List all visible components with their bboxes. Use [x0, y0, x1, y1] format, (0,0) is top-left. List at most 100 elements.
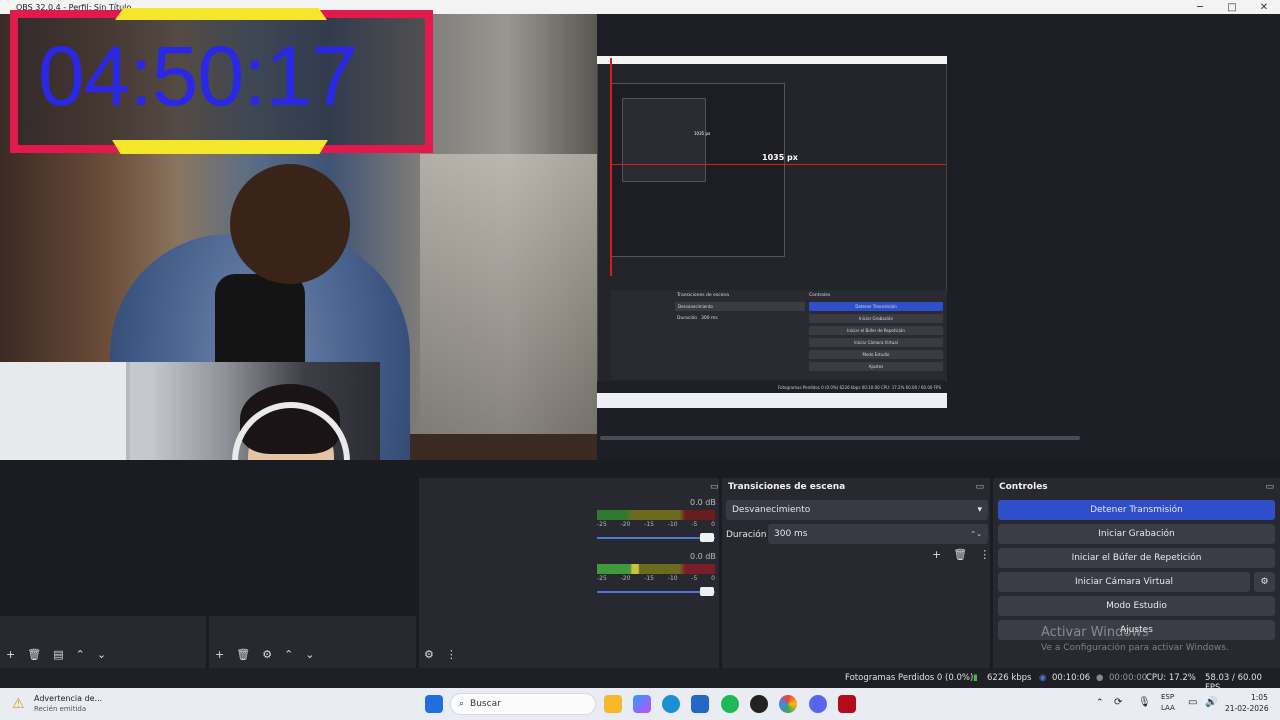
captured-docks: Transiciones de escena Desvanecimiento D…	[611, 290, 947, 380]
scenes-toolbar: + 🗑 ▤ ⌃ ⌄	[6, 648, 106, 661]
more-icon[interactable]: ⋮	[446, 648, 457, 661]
stream-time: 00:10:06	[1052, 673, 1091, 683]
search-placeholder: Buscar	[470, 699, 501, 709]
edge-icon[interactable]	[662, 695, 680, 713]
minimize-button[interactable]: ─	[1184, 0, 1216, 14]
obs-icon[interactable]	[750, 695, 768, 713]
measure-line-vertical	[610, 58, 612, 276]
tray-chevron-up-icon[interactable]: ⌃	[1096, 698, 1104, 708]
activation-watermark-title: Activar Windows	[1041, 625, 1149, 640]
microphone-icon[interactable]: 🎙	[1138, 697, 1151, 708]
volume-icon[interactable]: 🔊	[1205, 697, 1217, 708]
trash-icon[interactable]: 🗑	[236, 648, 250, 661]
filter-icon[interactable]: ▤	[53, 648, 63, 661]
captured-transition-select: Desvanecimiento	[675, 302, 805, 311]
start-virtual-camera-button[interactable]: Iniciar Cámara Virtual	[998, 572, 1250, 592]
mixer-settings-icon[interactable]: ⚙	[424, 648, 434, 661]
gear-icon: ⚙	[1260, 577, 1269, 587]
warning-icon: ⚠	[12, 696, 25, 712]
cpu-usage: CPU: 17.2%	[1146, 673, 1196, 683]
clock-time[interactable]: 1:05	[1251, 693, 1268, 702]
more-icon[interactable]: ⋮	[979, 548, 990, 561]
search-icon: ⌕	[459, 699, 465, 709]
undock-icon[interactable]: ▭	[1265, 482, 1274, 492]
preview-horizontal-scrollbar[interactable]	[600, 436, 1080, 440]
start-replay-buffer-button[interactable]: Iniciar el Búfer de Repetición	[998, 548, 1275, 568]
measure-line-horizontal	[610, 164, 946, 165]
undock-icon[interactable]: ▭	[975, 482, 984, 492]
activation-watermark-subtitle: Ve a Configuración para activar Windows.	[1041, 643, 1229, 653]
track2-volume-slider[interactable]	[597, 591, 715, 593]
controls-title: Controles	[999, 482, 1048, 492]
discord-icon[interactable]	[809, 695, 827, 713]
captured-btn-2: Iniciar el Búfer de Repetición	[809, 326, 943, 335]
chevron-down-icon: ▾	[977, 505, 982, 515]
duration-input[interactable]: 300 ms ⌃⌄	[768, 524, 988, 544]
status-bar: Fotogramas Perdidos 0 (0.0%) ▮ 6226 kbps…	[0, 668, 1280, 693]
spotify-icon[interactable]	[721, 695, 739, 713]
notification-title[interactable]: Advertencia de...	[34, 694, 102, 703]
studio-mode-button[interactable]: Modo Estudio	[998, 596, 1275, 616]
mixer-dock-icon[interactable]: ▭	[710, 482, 719, 492]
acrobat-icon[interactable]	[838, 695, 856, 713]
track2-slider-handle[interactable]	[700, 587, 714, 596]
copilot-icon[interactable]	[633, 695, 651, 713]
add-icon[interactable]: +	[932, 548, 941, 561]
maximize-button[interactable]: □	[1216, 0, 1248, 14]
chevron-down-icon[interactable]: ⌄	[305, 648, 314, 661]
windows-start-icon[interactable]	[425, 695, 443, 713]
trash-icon[interactable]: 🗑	[953, 548, 967, 561]
transitions-header: Transiciones de escena ▭	[722, 478, 990, 496]
measure-label: 1035 px	[762, 153, 798, 162]
close-button[interactable]: ✕	[1248, 0, 1280, 14]
clock-date: 21-02-2026	[1225, 704, 1269, 713]
track2-scale: -25 -20 -15 -10 -5 0	[597, 575, 715, 582]
timer-accent-top	[115, 8, 327, 20]
spinner-icon[interactable]: ⌃⌄	[970, 530, 982, 538]
captured-controls-title: Controles	[809, 293, 831, 298]
add-icon[interactable]: +	[215, 648, 224, 661]
measure-label-small: 1035 px	[694, 131, 711, 136]
stream-icon: ◉	[1039, 673, 1047, 683]
track1-slider-handle[interactable]	[700, 533, 714, 542]
file-explorer-icon[interactable]	[604, 695, 622, 713]
timer-display: 04:50:17	[38, 29, 358, 123]
start-recording-button[interactable]: Iniciar Grabación	[998, 524, 1275, 544]
signal-icon: ▮	[973, 673, 978, 683]
store-icon[interactable]	[691, 695, 709, 713]
captured-status-bar: Fotogramas Perdidos 0 (0.0%) 6226 kbps 0…	[597, 381, 947, 393]
track1-volume-slider[interactable]	[597, 537, 715, 539]
captured-transitions-title: Transiciones de escena	[677, 293, 730, 298]
gear-icon[interactable]: ⚙	[262, 648, 272, 661]
track1-meter	[597, 510, 715, 520]
trash-icon[interactable]: 🗑	[27, 648, 41, 661]
chevron-up-icon[interactable]: ⌃	[76, 648, 85, 661]
transition-select[interactable]: Desvanecimiento ▾	[726, 500, 988, 520]
captured-duration-value: 300 ms	[701, 316, 718, 321]
chevron-up-icon[interactable]: ⌃	[284, 648, 293, 661]
tray-sync-icon[interactable]: ⟳	[1114, 697, 1122, 708]
chrome-icon[interactable]	[779, 695, 797, 713]
track1-db: 0.0 dB	[690, 498, 716, 507]
record-icon: ●	[1096, 673, 1104, 683]
controls-header: Controles ▭	[993, 478, 1280, 496]
add-icon[interactable]: +	[6, 648, 15, 661]
background-shelf	[420, 154, 597, 454]
language-code[interactable]: ESP	[1161, 693, 1174, 701]
taskbar-search[interactable]: ⌕ Buscar	[450, 693, 596, 715]
person-face	[230, 164, 350, 284]
transitions-toolbar: + 🗑 ⋮	[932, 548, 990, 561]
virtual-camera-settings-button[interactable]: ⚙	[1254, 572, 1275, 592]
captured-title-bar	[597, 56, 947, 64]
language-variant: LAA	[1161, 704, 1175, 712]
captured-taskbar	[597, 393, 947, 408]
captured-preview-nested	[622, 98, 706, 182]
timer-accent-bottom	[112, 140, 328, 154]
chevron-down-icon[interactable]: ⌄	[97, 648, 106, 661]
track2-db: 0.0 dB	[690, 552, 716, 561]
stop-stream-button[interactable]: Detener Transmisión	[998, 500, 1275, 520]
network-icon[interactable]: ▭	[1188, 697, 1197, 708]
captured-btn-4: Modo Estudio	[809, 350, 943, 359]
track1-scale: -25 -20 -15 -10 -5 0	[597, 521, 715, 528]
captured-btn-3: Iniciar Cámara Virtual	[809, 338, 943, 347]
